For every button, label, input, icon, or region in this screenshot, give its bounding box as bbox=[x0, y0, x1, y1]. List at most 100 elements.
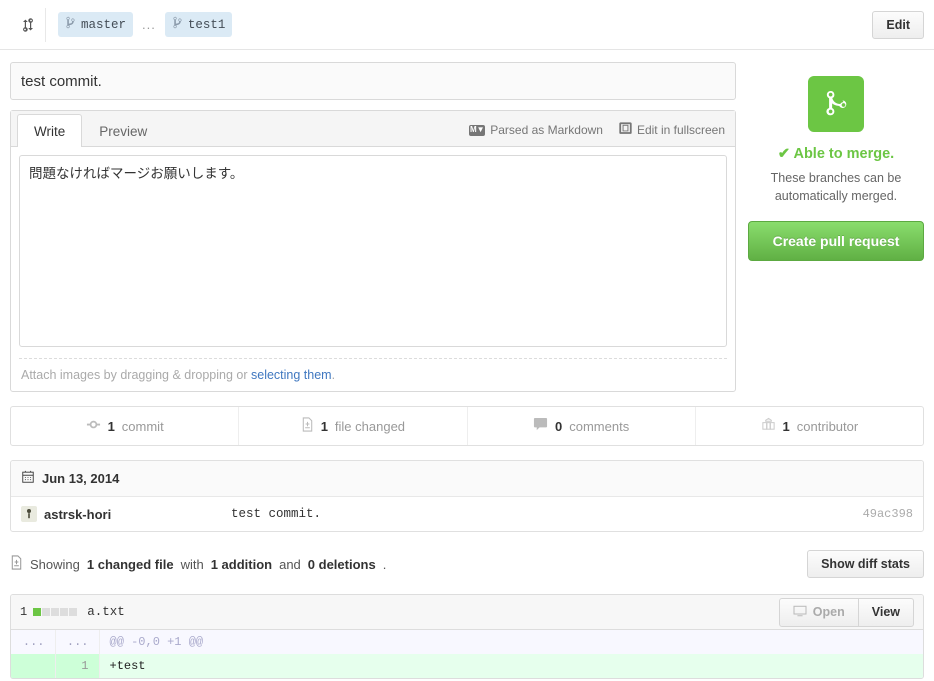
commit-sha[interactable]: 49ac398 bbox=[863, 507, 913, 521]
attach-hint-prefix: Attach images by dragging & dropping or bbox=[21, 368, 251, 382]
diff-new-line-number: 1 bbox=[55, 654, 100, 678]
commit-row: astrsk-hori test commit. 49ac398 bbox=[11, 497, 923, 531]
git-merge-icon bbox=[808, 76, 864, 132]
main-content: Write Preview M▼ Parsed as Markdown bbox=[0, 50, 934, 392]
file-diffstat-count: 1 bbox=[20, 605, 28, 619]
file-diff-icon bbox=[10, 555, 23, 573]
diff-summary-files: 1 changed file bbox=[86, 556, 174, 572]
diff-hunk-header: @@ -0,0 +1 @@ bbox=[99, 630, 923, 654]
organization-icon bbox=[761, 417, 776, 435]
merge-status-label: Able to merge. bbox=[793, 146, 895, 162]
pull-request-compare-page: master ... test1 Edit Write Preview bbox=[0, 0, 934, 681]
pr-title-input[interactable] bbox=[10, 62, 736, 100]
stat-comments[interactable]: 0 comments bbox=[468, 407, 696, 445]
branch-comparison: master ... test1 bbox=[58, 12, 872, 37]
commits-date-header: Jun 13, 2014 bbox=[11, 461, 923, 497]
base-branch-label: master bbox=[81, 17, 127, 32]
diff-summary-deletions: 0 deletions bbox=[307, 556, 376, 572]
device-desktop-icon bbox=[793, 605, 807, 620]
diff-table: ... ... @@ -0,0 +1 @@ 1 +test bbox=[11, 630, 923, 678]
comment-editor: Write Preview M▼ Parsed as Markdown Edit… bbox=[10, 110, 736, 392]
file-diff-header: 1 a.txt Open View bbox=[11, 595, 923, 630]
git-branch-icon bbox=[65, 16, 76, 33]
attach-select-link[interactable]: selecting them bbox=[251, 368, 332, 382]
tab-write[interactable]: Write bbox=[17, 114, 83, 147]
file-diffstat-blocks bbox=[33, 608, 78, 616]
diff-summary-suffix: . bbox=[382, 556, 387, 572]
edit-button[interactable]: Edit bbox=[872, 10, 924, 39]
diff-summary-prefix: Showing bbox=[30, 556, 80, 572]
commits-list: Jun 13, 2014 astrsk-hori test commit. 49… bbox=[10, 460, 924, 532]
diffstat-block-empty bbox=[60, 608, 69, 616]
comment-body-wrap bbox=[11, 147, 735, 350]
file-diff-box: 1 a.txt Open View ... ... @@ -0,0 +1 @@ … bbox=[10, 594, 924, 679]
diff-summary: Showing 1 changed file with 1 addition a… bbox=[10, 546, 924, 582]
open-file-button[interactable]: Open bbox=[778, 597, 859, 627]
diffstat-block-empty bbox=[42, 608, 51, 616]
diffstat-block-empty bbox=[51, 608, 60, 616]
merge-panel: ✔ Able to merge. These branches can be a… bbox=[748, 62, 924, 262]
git-branch-icon bbox=[172, 16, 183, 33]
stat-commits-label: commit bbox=[121, 418, 164, 434]
file-diff-icon bbox=[301, 417, 314, 435]
stat-files-count: 1 bbox=[320, 418, 328, 434]
attach-hint: Attach images by dragging & dropping or … bbox=[19, 358, 727, 391]
commit-icon bbox=[86, 417, 101, 435]
git-compare-icon bbox=[10, 7, 46, 42]
fullscreen-toggle[interactable]: Edit in fullscreen bbox=[619, 122, 725, 138]
merge-status-description: These branches can be automatically merg… bbox=[770, 171, 902, 204]
comment-body-input[interactable] bbox=[19, 155, 727, 347]
diff-old-line-number bbox=[11, 654, 56, 678]
open-file-label: Open bbox=[812, 605, 845, 619]
check-icon: ✔ bbox=[777, 146, 790, 162]
commits-date-label: Jun 13, 2014 bbox=[42, 471, 120, 486]
merge-status-text: ✔ Able to merge. bbox=[748, 146, 924, 162]
diffstat-block-add bbox=[33, 608, 42, 616]
diff-summary-text: Showing 1 changed file with 1 addition a… bbox=[10, 555, 386, 573]
commit-author-name: astrsk-hori bbox=[44, 506, 112, 522]
merge-status-column: ✔ Able to merge. These branches can be a… bbox=[748, 62, 924, 392]
diff-new-line-number: ... bbox=[55, 630, 100, 654]
diff-summary-additions: 1 addition bbox=[210, 556, 273, 572]
pr-stats-bar: 1 commit 1 file changed 0 comments 1 con… bbox=[10, 406, 924, 446]
diff-summary-and: and bbox=[279, 556, 301, 572]
show-diff-stats-button[interactable]: Show diff stats bbox=[807, 550, 924, 578]
head-branch-badge[interactable]: test1 bbox=[164, 12, 233, 37]
page-header: master ... test1 Edit bbox=[0, 0, 934, 50]
diff-old-line-number: ... bbox=[11, 630, 56, 654]
avatar bbox=[21, 506, 37, 522]
commit-message[interactable]: test commit. bbox=[231, 507, 863, 521]
stat-comments-count: 0 bbox=[555, 418, 563, 434]
screen-full-icon bbox=[619, 122, 632, 138]
markdown-help-link[interactable]: M▼ Parsed as Markdown bbox=[469, 123, 603, 137]
create-pull-request-button[interactable]: Create pull request bbox=[748, 221, 924, 262]
calendar-icon bbox=[21, 470, 35, 487]
tab-preview[interactable]: Preview bbox=[82, 114, 164, 147]
branch-separator: ... bbox=[142, 17, 156, 32]
diff-line-row[interactable]: 1 +test bbox=[11, 654, 923, 678]
markdown-icon: M▼ bbox=[469, 124, 486, 136]
stat-contributors-count: 1 bbox=[782, 418, 790, 434]
stat-files-label: file changed bbox=[334, 418, 406, 434]
stat-contributors[interactable]: 1 contributor bbox=[696, 407, 923, 445]
stat-comments-label: comments bbox=[569, 418, 630, 434]
base-branch-badge[interactable]: master bbox=[58, 12, 134, 37]
diff-line-content: +test bbox=[99, 654, 923, 678]
markdown-label: Parsed as Markdown bbox=[490, 123, 603, 137]
stat-files-changed[interactable]: 1 file changed bbox=[239, 407, 468, 445]
pr-form-column: Write Preview M▼ Parsed as Markdown bbox=[10, 62, 736, 392]
file-actions: Open View bbox=[778, 597, 914, 627]
comment-icon bbox=[533, 417, 548, 435]
diff-summary-mid: with bbox=[180, 556, 204, 572]
view-file-button[interactable]: View bbox=[857, 597, 914, 627]
diff-hunk-row: ... ... @@ -0,0 +1 @@ bbox=[11, 630, 923, 654]
attach-hint-suffix: . bbox=[331, 368, 336, 382]
stat-contributors-label: contributor bbox=[796, 418, 859, 434]
diffstat-block-empty bbox=[69, 608, 78, 616]
fullscreen-label: Edit in fullscreen bbox=[636, 123, 725, 137]
stat-commits[interactable]: 1 commit bbox=[11, 407, 240, 445]
commit-author[interactable]: astrsk-hori bbox=[21, 506, 231, 522]
editor-tabs: Write Preview M▼ Parsed as Markdown Edit… bbox=[11, 111, 735, 147]
file-name[interactable]: a.txt bbox=[87, 605, 125, 619]
stat-commits-count: 1 bbox=[107, 418, 115, 434]
